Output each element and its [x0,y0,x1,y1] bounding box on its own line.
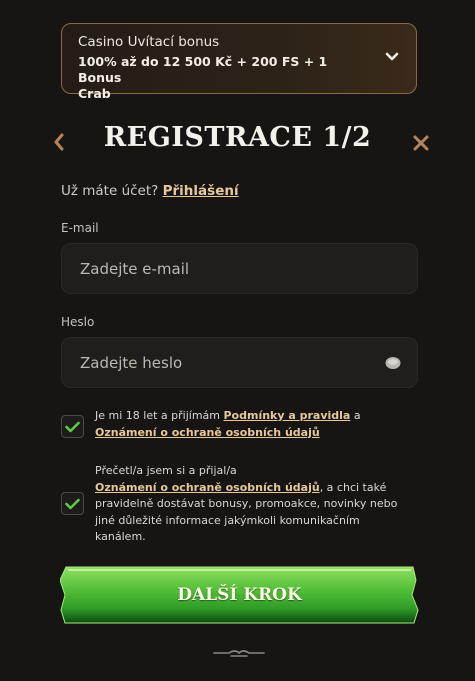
login-prompt-line: Už máte účet? Přihlášení [61,183,239,199]
bonus-selector[interactable]: Casino Uvítací bonus 100% až do 12 500 K… [61,23,417,101]
next-step-label: DALŠÍ KROK [177,585,302,605]
checkmark-icon [65,498,80,509]
page-title: REGISTRACE 1/2 [103,122,372,153]
email-label: E-mail [61,221,99,235]
chevron-down-icon[interactable] [385,52,399,62]
password-field[interactable] [78,352,382,373]
consent-terms-before: Je mi 18 let a přijímám [95,409,220,422]
bonus-offer: 100% až do 12 500 Kč + 200 FS + 1 Bonus … [78,54,372,102]
consent-terms-text: Je mi 18 let a přijímám Podmínky a pravi… [95,408,413,441]
email-field[interactable] [78,258,401,279]
eye-icon[interactable] [385,355,401,371]
checkmark-icon [65,421,80,432]
login-prompt: Už máte účet? [61,183,159,199]
bonus-offer-line2: Crab [78,86,111,101]
consent-marketing-checkbox[interactable] [61,492,84,515]
bonus-offer-line1: 100% až do 12 500 Kč + 200 FS + 1 Bonus [78,54,328,85]
next-step-button[interactable]: DALŠÍ KROK [60,566,419,624]
password-field-box[interactable] [61,337,418,388]
close-icon[interactable] [412,134,430,152]
privacy-link-2[interactable]: Oznámení o ochraně osobních údajů [95,481,320,494]
consent-terms-checkbox[interactable] [61,415,84,438]
login-link[interactable]: Přihlášení [163,183,239,199]
email-field-box[interactable] [61,243,418,294]
consent-marketing-text: Přečetl/a jsem si a přijal/a Oznámení o … [95,463,413,546]
privacy-link[interactable]: Oznámení o ochraně osobních údajů [95,426,320,439]
divider-ornament [213,650,265,657]
terms-link[interactable]: Podmínky a pravidla [224,409,351,422]
consent-marketing-line1: Přečetl/a jsem si a přijal/a [95,464,237,477]
password-label: Heslo [61,315,95,329]
consent-terms-mid: a [353,409,361,422]
bonus-title: Casino Uvítací bonus [78,34,220,50]
